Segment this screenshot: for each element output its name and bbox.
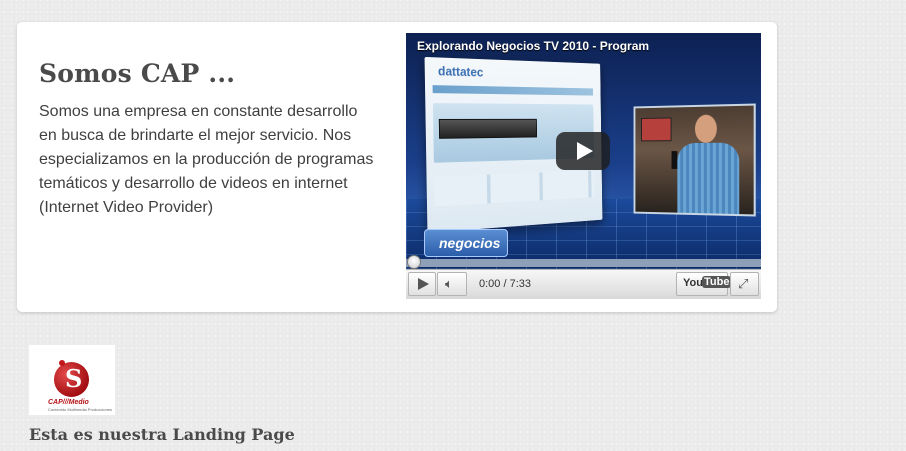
about-description: Somos una empresa en constante desarroll… — [39, 103, 374, 216]
time-display: 0:00 / 7:33 — [479, 278, 531, 290]
player-controls: 🔈︎ 0:00 / 7:33 You Tube ⤢ — [406, 269, 761, 299]
landing-page-link[interactable]: Esta es nuestra Landing Page — [29, 425, 295, 444]
cap-medio-logo[interactable]: S CAP///Medio Contenido Multimedia Produ… — [29, 345, 115, 415]
website-nav — [432, 85, 594, 96]
youtube-logo-tube: Tube — [702, 276, 732, 288]
presenter-background-screen — [641, 117, 672, 142]
program-logo-text: negocios — [439, 235, 501, 251]
microphone — [671, 151, 678, 169]
presenter-shirt — [677, 142, 740, 215]
server-image — [438, 118, 538, 139]
fullscreen-button[interactable]: ⤢ — [730, 272, 759, 296]
fullscreen-icon: ⤢ — [738, 276, 749, 291]
youtube-logo-you: You — [683, 277, 703, 289]
presenter-inset — [633, 103, 756, 217]
video-title[interactable]: Explorando Negocios TV 2010 - Program — [417, 39, 649, 53]
presenter-head — [694, 114, 717, 143]
youtube-player[interactable]: dattatec negocios Explorando Negocios TV… — [406, 33, 761, 299]
logo-tagline: Contenido Multimedia Producciones — [48, 407, 113, 412]
about-heading: Somos CAP ... — [39, 59, 236, 88]
website-strip — [434, 170, 595, 207]
logo-swirl-icon: S — [65, 364, 83, 393]
play-icon[interactable] — [408, 272, 436, 296]
video-progress-bar[interactable] — [406, 255, 761, 269]
volume-button[interactable]: 🔈︎ — [437, 272, 467, 296]
video-frame[interactable]: dattatec negocios Explorando Negocios TV… — [406, 33, 761, 269]
program-logo-overlay: negocios — [424, 229, 508, 257]
progress-scrubber-handle[interactable] — [407, 255, 421, 269]
big-play-button[interactable] — [556, 132, 610, 170]
logo-brand-text: CAP///Medio — [48, 399, 89, 406]
website-brand: dattatec — [437, 63, 484, 80]
about-card: Somos CAP ... Somos una empresa en const… — [17, 22, 777, 312]
youtube-logo-button[interactable]: You Tube — [676, 272, 732, 296]
volume-icon: 🔈︎ — [445, 276, 453, 291]
